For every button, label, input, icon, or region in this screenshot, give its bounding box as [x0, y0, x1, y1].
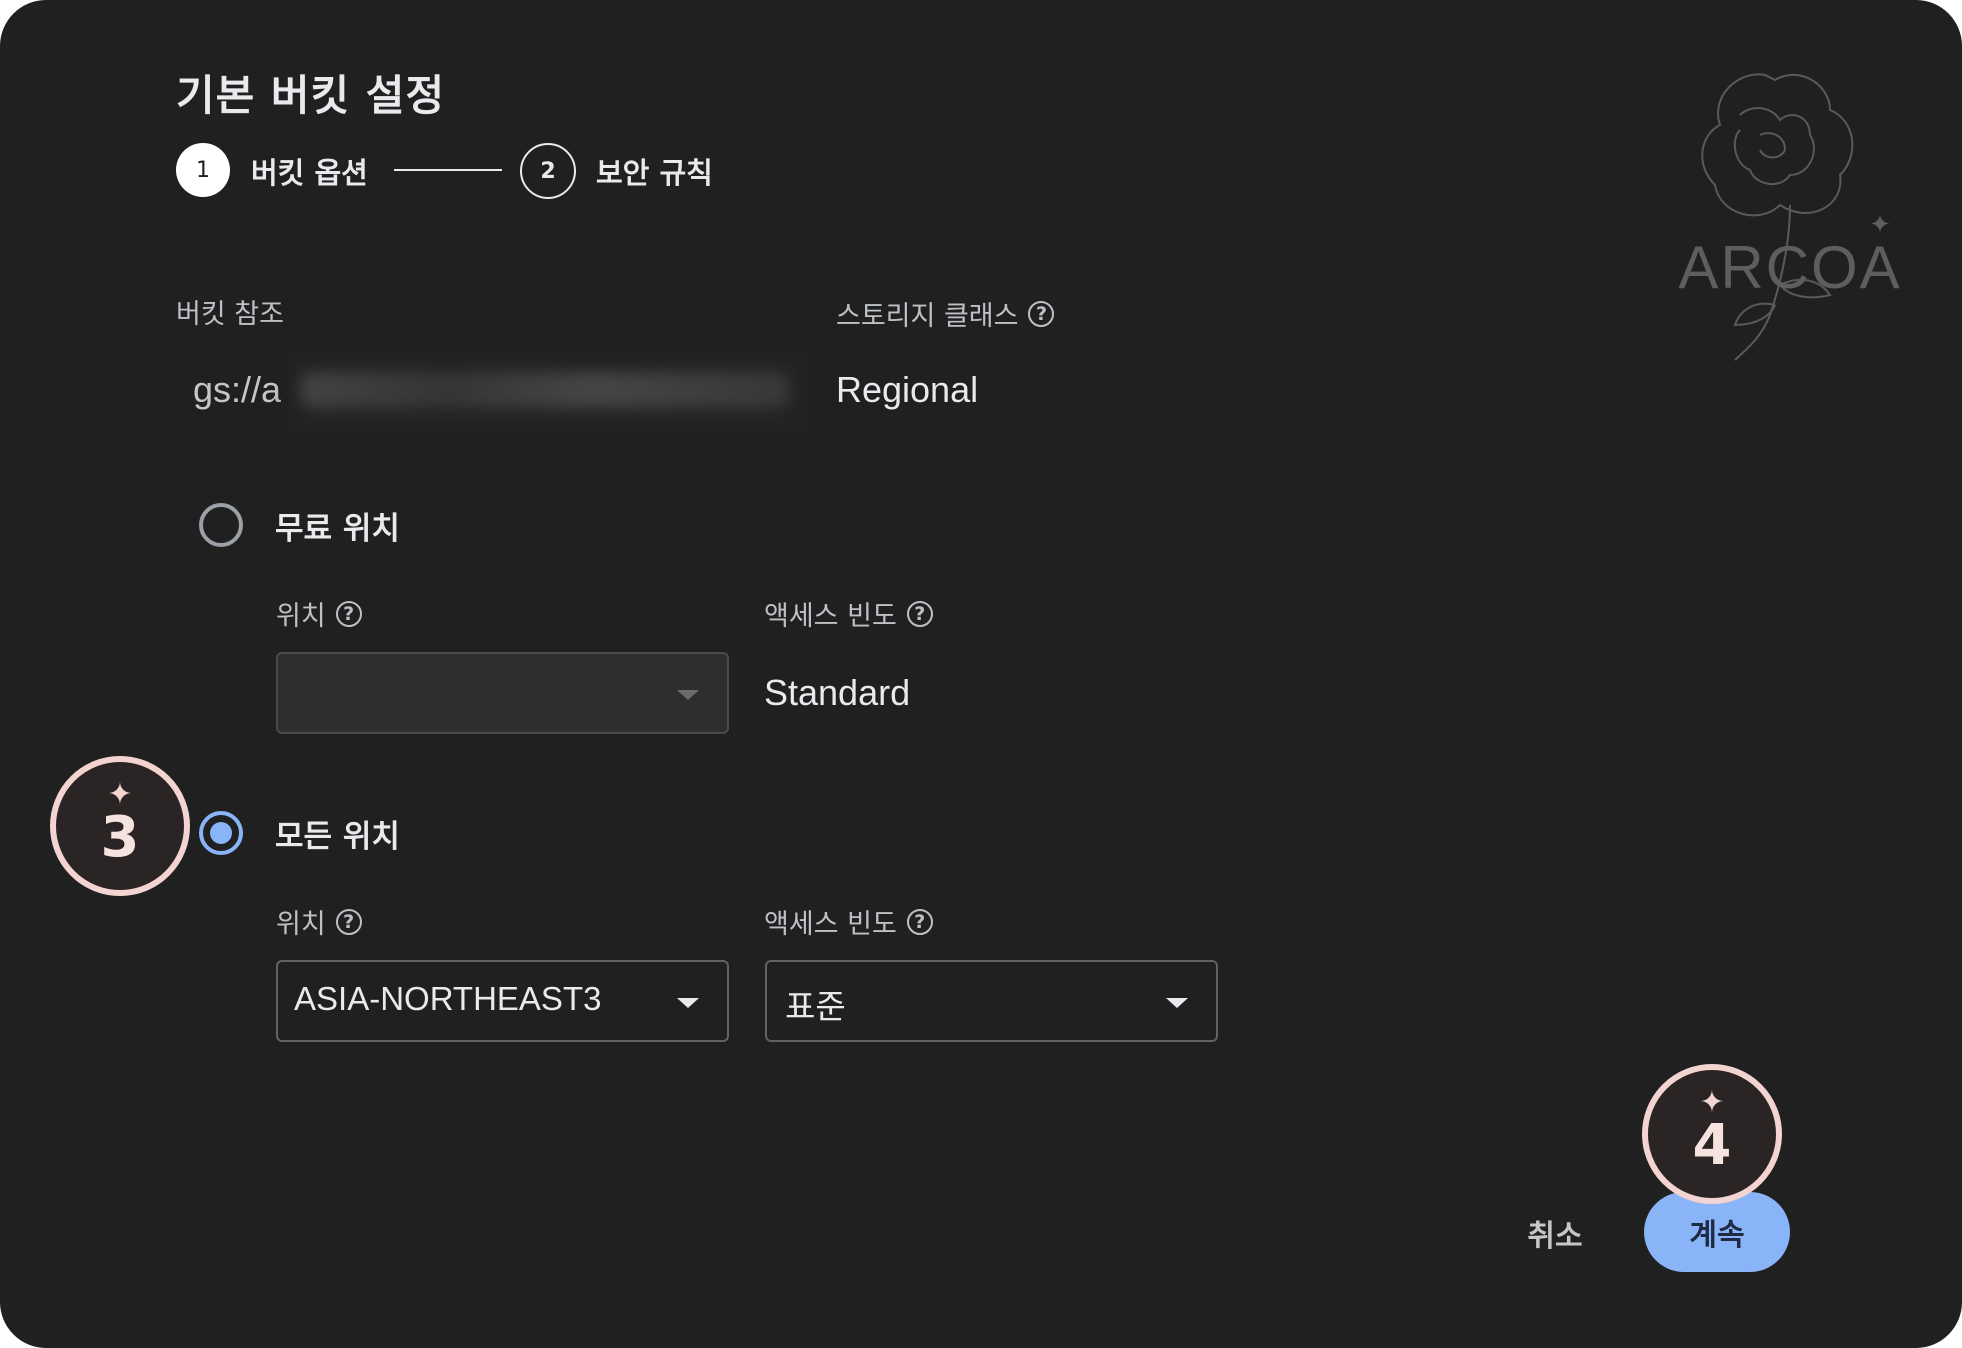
free-location-radio[interactable] [199, 503, 243, 547]
redacted-bucket-name-text [300, 372, 790, 408]
annotation-number: 4 [1692, 1113, 1732, 1178]
all-access-frequency-label: 액세스 빈도 ? [764, 902, 933, 941]
annotation-badge-3: ✦ 3 [50, 756, 190, 896]
annotation-badge-4: ✦ 4 [1642, 1064, 1782, 1204]
step-connector [394, 169, 502, 171]
step-2-label: 보안 규칙 [596, 156, 713, 190]
free-access-frequency-label: 액세스 빈도 ? [764, 594, 933, 633]
free-access-frequency-value: Standard [764, 672, 911, 713]
arcoa-logo: ARCOA ✦ [1678, 73, 1901, 361]
help-circle-icon[interactable]: ? [1028, 300, 1055, 327]
all-location-field-label: 위치 ? [276, 902, 362, 941]
bucket-reference-label: 버킷 참조 [176, 299, 284, 330]
help-circle-icon[interactable]: ? [335, 908, 362, 935]
continue-button[interactable]: 계속 [1644, 1192, 1790, 1272]
dialog-title: 기본 버킷 설정 [176, 71, 446, 120]
help-circle-icon[interactable]: ? [906, 908, 933, 935]
free-location-select [276, 652, 729, 734]
free-location-field-label: 위치 ? [276, 594, 362, 633]
free-location-label[interactable]: 무료 위치 [275, 503, 400, 548]
bucket-setup-dialog: 기본 버킷 설정 1 버킷 옵션 2 보안 규칙 ARCOA ✦ 버킷 참조 g… [0, 0, 1962, 1348]
caret-down-icon [677, 998, 699, 1008]
annotation-number: 3 [100, 805, 140, 870]
logo-sparkle-icon: ✦ [1869, 210, 1891, 240]
storage-class-label: 스토리지 클래스 ? [836, 294, 1055, 333]
storage-class-value: Regional [836, 369, 979, 410]
access-frequency-select[interactable]: 표준 [765, 960, 1218, 1042]
access-frequency-select-value: 표준 [785, 988, 846, 1025]
step-2-indicator: 2 [520, 143, 576, 199]
logo-text: ARCOA [1678, 234, 1901, 301]
all-location-radio[interactable] [199, 811, 243, 855]
help-circle-icon[interactable]: ? [335, 600, 362, 627]
caret-down-icon [677, 690, 699, 700]
all-location-label[interactable]: 모든 위치 [275, 811, 400, 856]
caret-down-icon [1166, 998, 1188, 1008]
bucket-reference-value: gs://a [193, 369, 282, 410]
location-select[interactable]: ASIA-NORTHEAST3 [276, 960, 729, 1042]
location-select-value: ASIA-NORTHEAST3 [294, 980, 602, 1017]
step-1-indicator: 1 [176, 143, 230, 197]
help-circle-icon[interactable]: ? [906, 600, 933, 627]
step-1-label: 버킷 옵션 [251, 156, 368, 190]
cancel-button[interactable]: 취소 [1500, 1200, 1610, 1266]
